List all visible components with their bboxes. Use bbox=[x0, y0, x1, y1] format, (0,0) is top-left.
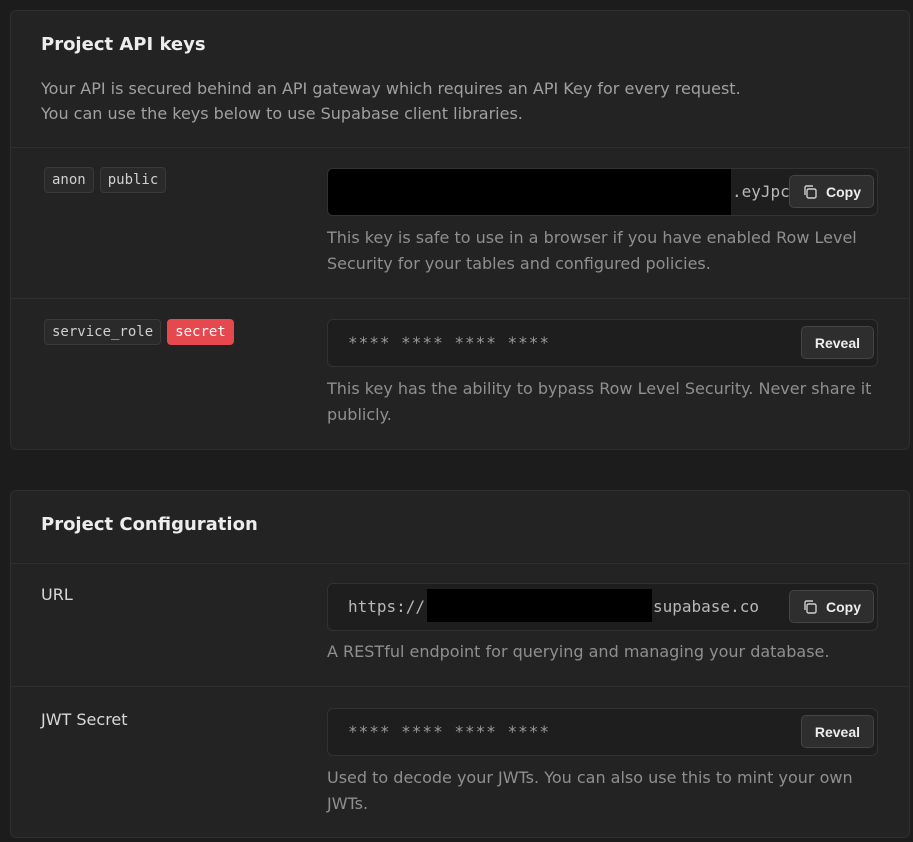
copy-icon bbox=[804, 184, 817, 199]
divider bbox=[11, 563, 909, 564]
api-keys-title: Project API keys bbox=[41, 34, 206, 55]
copy-url-label: Copy bbox=[826, 598, 861, 615]
url-label: URL bbox=[41, 585, 73, 604]
api-keys-description: Your API is secured behind an API gatewa… bbox=[41, 76, 741, 126]
service-role-key-help: This key has the ability to bypass Row L… bbox=[327, 379, 872, 424]
service-role-key-field[interactable]: **** **** **** **** Reveal bbox=[327, 319, 878, 367]
reveal-jwt-secret-button[interactable]: Reveal bbox=[800, 715, 874, 748]
divider bbox=[11, 147, 909, 148]
project-config-panel: Project Configuration URL https:// supab… bbox=[10, 490, 910, 838]
project-config-title: Project Configuration bbox=[41, 514, 258, 535]
anon-key-field[interactable]: .eyJpc Copy bbox=[327, 168, 878, 216]
copy-url-button[interactable]: Copy bbox=[789, 590, 874, 623]
service-role-key-tags: service_role secret bbox=[44, 319, 234, 345]
url-field[interactable]: https:// supabase.co Copy bbox=[327, 583, 878, 631]
service-role-key-masked-value: **** **** **** **** bbox=[348, 333, 551, 352]
url-help: A RESTful endpoint for querying and mana… bbox=[327, 642, 830, 661]
copy-anon-key-label: Copy bbox=[826, 183, 861, 200]
tag-secret: secret bbox=[167, 319, 234, 345]
divider bbox=[11, 298, 909, 299]
anon-key-tags: anon public bbox=[44, 167, 167, 193]
redacted-region bbox=[427, 589, 652, 622]
anon-key-value: .eyJpc bbox=[732, 182, 790, 201]
tag-service-role: service_role bbox=[44, 319, 162, 345]
redacted-region bbox=[328, 169, 731, 215]
anon-key-help: This key is safe to use in a browser if … bbox=[327, 228, 857, 273]
copy-icon bbox=[804, 599, 817, 614]
jwt-secret-label: JWT Secret bbox=[41, 710, 128, 729]
api-keys-description-line2: You can use the keys below to use Supaba… bbox=[41, 104, 523, 123]
copy-anon-key-button[interactable]: Copy bbox=[789, 175, 874, 208]
api-keys-panel: Project API keys Your API is secured beh… bbox=[10, 10, 910, 450]
tag-public: public bbox=[99, 167, 167, 193]
jwt-secret-masked-value: **** **** **** **** bbox=[348, 722, 551, 741]
url-value-suffix: supabase.co bbox=[653, 597, 759, 616]
api-keys-description-line1: Your API is secured behind an API gatewa… bbox=[41, 79, 741, 98]
reveal-service-role-key-label: Reveal bbox=[814, 334, 860, 351]
tag-anon: anon bbox=[44, 167, 94, 193]
reveal-service-role-key-button[interactable]: Reveal bbox=[800, 326, 874, 359]
jwt-secret-help: Used to decode your JWTs. You can also u… bbox=[327, 768, 853, 813]
jwt-secret-field[interactable]: **** **** **** **** Reveal bbox=[327, 708, 878, 756]
divider bbox=[11, 686, 909, 687]
url-value-prefix: https:// bbox=[348, 597, 426, 616]
reveal-jwt-secret-label: Reveal bbox=[814, 723, 860, 740]
